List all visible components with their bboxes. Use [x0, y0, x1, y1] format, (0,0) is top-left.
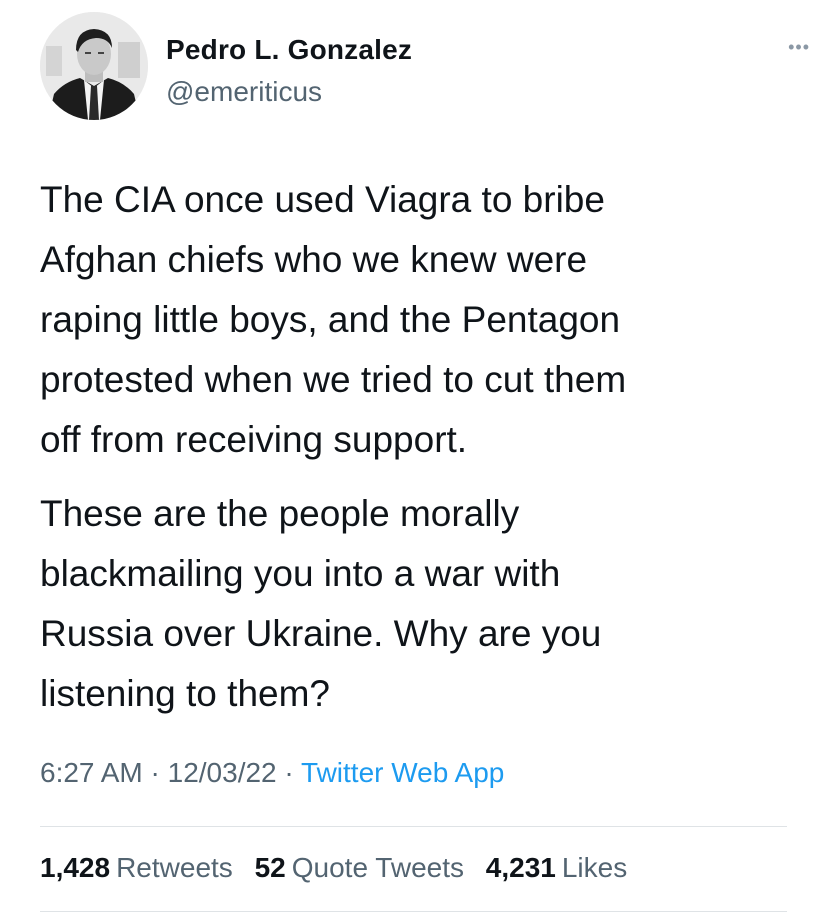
author-handle[interactable]: @emeriticus — [166, 76, 322, 108]
more-horizontal-icon[interactable]: ••• — [788, 38, 810, 56]
retweets-stat[interactable]: 1,428 Retweets — [40, 852, 233, 884]
author-display-name[interactable]: Pedro L. Gonzalez — [166, 34, 412, 66]
tweet-card: Pedro L. Gonzalez @emeriticus ••• The CI… — [0, 0, 827, 917]
tweet-text: The CIA once used Viagra to bribe Afghan… — [40, 170, 800, 724]
meta-separator: · — [142, 757, 168, 788]
divider — [40, 911, 787, 912]
retweets-count: 1,428 — [40, 852, 111, 883]
quote-tweets-count: 52 — [254, 852, 286, 883]
tweet-paragraph: The CIA once used Viagra to bribe Afghan… — [40, 179, 627, 460]
quote-tweets-stat[interactable]: 52 Quote Tweets — [255, 852, 464, 884]
avatar-photo — [40, 12, 148, 120]
tweet-paragraph: These are the people morally blackmailin… — [40, 493, 602, 714]
likes-label: Likes — [561, 852, 628, 883]
tweet-stats: 1,428 Retweets 52 Quote Tweets 4,231 Likes — [40, 852, 641, 884]
quote-tweets-label: Quote Tweets — [291, 852, 464, 883]
meta-separator: · — [276, 757, 302, 788]
tweet-time[interactable]: 6:27 AM — [40, 757, 143, 788]
tweet-source-link[interactable]: Twitter Web App — [301, 757, 504, 788]
tweet-date[interactable]: 12/03/22 — [168, 757, 277, 788]
likes-stat[interactable]: 4,231 Likes — [486, 852, 627, 884]
tweet-meta: 6:27 AM · 12/03/22 · Twitter Web App — [40, 757, 504, 789]
divider — [40, 826, 787, 827]
tweet-header: Pedro L. Gonzalez @emeriticus ••• — [40, 12, 809, 124]
avatar[interactable] — [40, 12, 148, 120]
retweets-label: Retweets — [116, 852, 233, 883]
likes-count: 4,231 — [485, 852, 556, 883]
